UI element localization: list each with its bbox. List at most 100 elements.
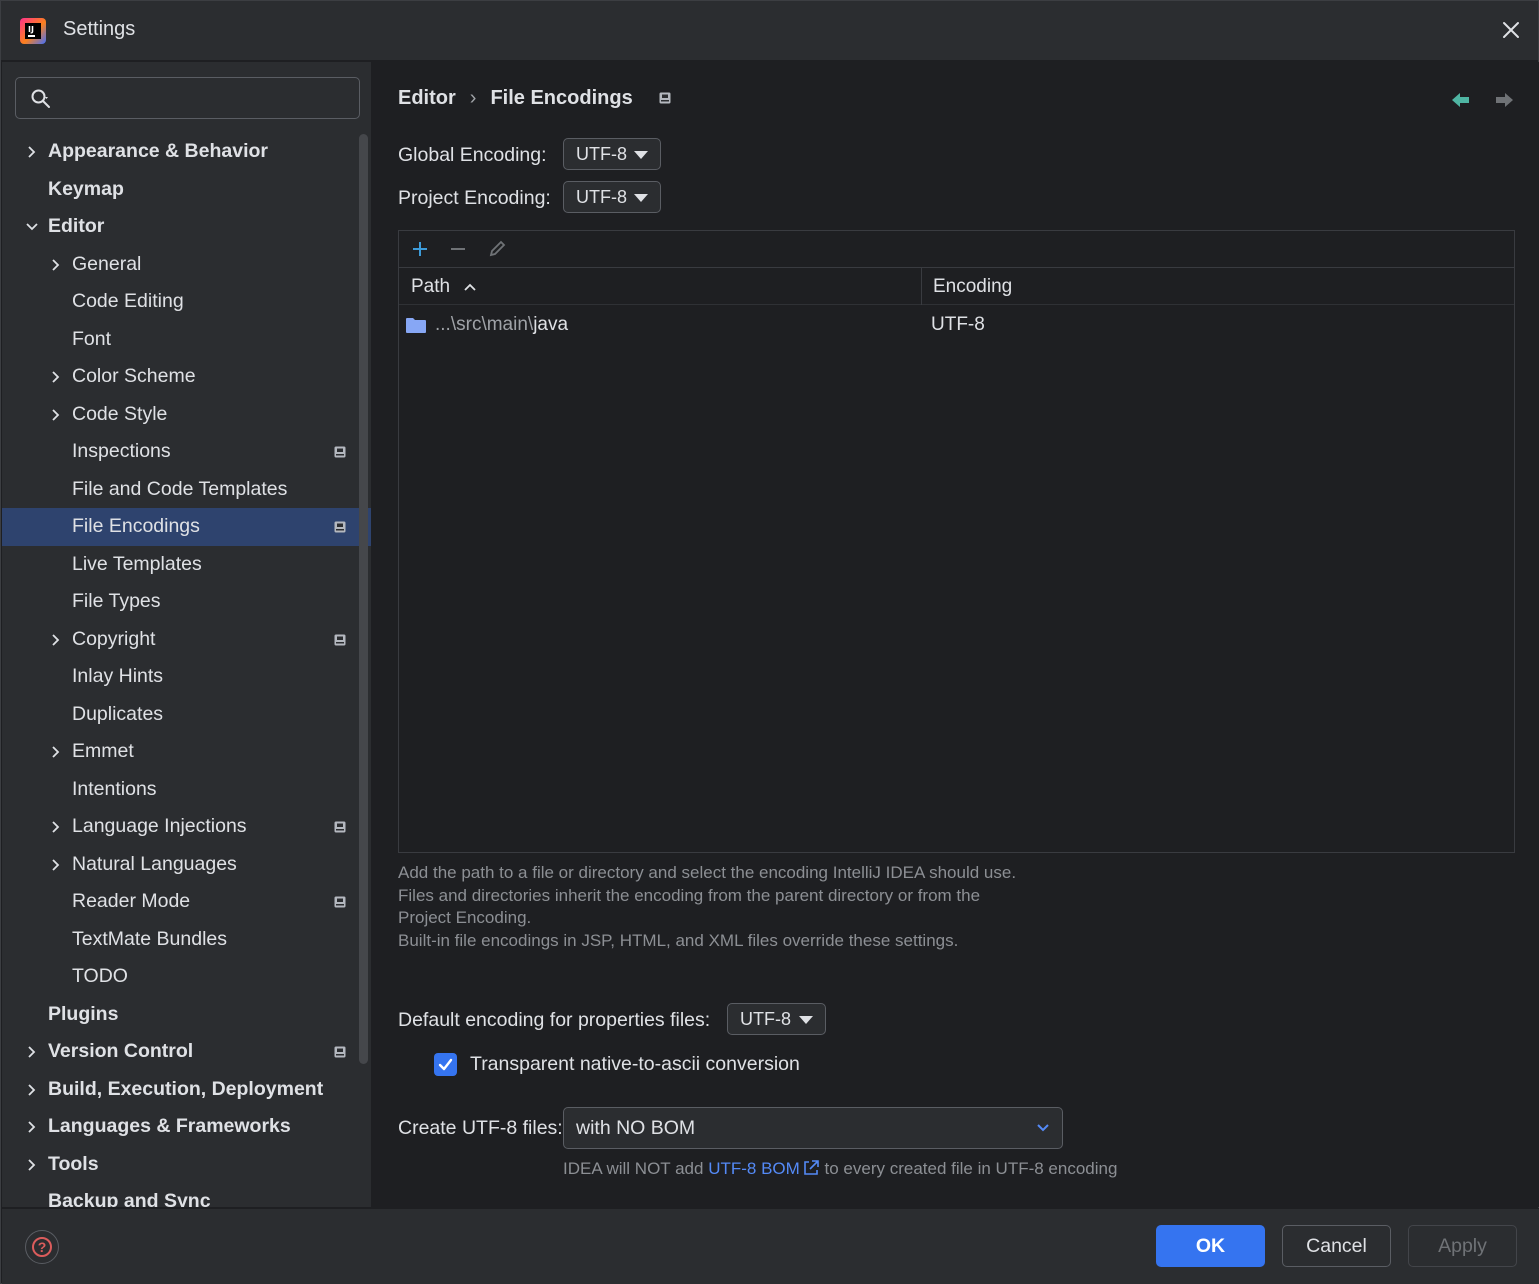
sort-ascending-icon — [464, 283, 477, 291]
column-encoding[interactable]: Encoding — [933, 268, 1012, 305]
add-button[interactable] — [410, 239, 430, 259]
sidebar-item-label: Appearance & Behavior — [48, 140, 268, 162]
column-divider[interactable] — [921, 268, 922, 305]
utf8-bom-link[interactable]: UTF-8 BOM — [708, 1159, 800, 1178]
project-scope-icon — [334, 446, 346, 458]
table-toolbar — [399, 231, 1514, 268]
sidebar-item-copyright[interactable]: Copyright — [2, 621, 371, 659]
breadcrumb-editor[interactable]: Editor — [398, 87, 456, 110]
sidebar-item-live-templates[interactable]: Live Templates — [2, 546, 371, 584]
sidebar-item-label: Duplicates — [72, 702, 164, 725]
sidebar-item-label: Natural Languages — [72, 852, 237, 875]
sidebar-item-appearance-behavior[interactable]: Appearance & Behavior — [2, 133, 371, 171]
encoding-cell: UTF-8 — [931, 314, 985, 335]
sidebar-item-intentions[interactable]: Intentions — [2, 771, 371, 809]
external-link-icon[interactable] — [802, 1159, 820, 1177]
sidebar-item-version-control[interactable]: Version Control — [2, 1033, 371, 1071]
chevron-right-icon[interactable] — [25, 1083, 39, 1097]
apply-button[interactable]: Apply — [1408, 1225, 1517, 1267]
title-bar: IJ Settings — [1, 1, 1538, 61]
chevron-right-icon[interactable] — [49, 408, 63, 422]
project-encoding-select[interactable]: UTF-8 — [563, 181, 661, 213]
column-encoding-label: Encoding — [933, 276, 1013, 297]
sidebar-item-file-types[interactable]: File Types — [2, 583, 371, 621]
sidebar-item-label: Inlay Hints — [72, 665, 164, 687]
remove-button[interactable] — [448, 239, 468, 259]
pencil-icon — [489, 240, 506, 257]
chevron-right-icon[interactable] — [49, 820, 63, 834]
sidebar-item-languages-frameworks[interactable]: Languages & Frameworks — [2, 1108, 371, 1146]
properties-encoding-select[interactable]: UTF-8 — [727, 1003, 826, 1035]
sidebar-item-color-scheme[interactable]: Color Scheme — [2, 358, 371, 396]
settings-tree: Appearance & Behavior Keymap Editor General… — [2, 133, 371, 1207]
dropdown-arrow-icon — [634, 194, 648, 202]
chevron-right-icon[interactable] — [25, 145, 39, 159]
sidebar-item-natural-languages[interactable]: Natural Languages — [2, 846, 371, 884]
help-line: Built-in file encodings in JSP, HTML, an… — [398, 930, 959, 950]
chevron-down-icon — [1037, 1124, 1049, 1132]
chevron-right-icon[interactable] — [25, 1045, 39, 1059]
sidebar-item-label: Intentions — [72, 777, 157, 800]
project-encoding-value: UTF-8 — [576, 187, 627, 207]
sidebar-item-general[interactable]: General — [2, 246, 371, 284]
sidebar-item-emmet[interactable]: Emmet — [2, 733, 371, 771]
chevron-right-icon[interactable] — [25, 1158, 39, 1172]
navigation-arrows — [1449, 90, 1519, 116]
sidebar-item-duplicates[interactable]: Duplicates — [2, 696, 371, 734]
sidebar-item-inlay-hints[interactable]: Inlay Hints — [2, 658, 371, 696]
sidebar-item-code-style[interactable]: Code Style — [2, 396, 371, 434]
sidebar-item-editor[interactable]: Editor — [2, 208, 371, 246]
ok-button[interactable]: OK — [1156, 1225, 1265, 1267]
chevron-right-icon[interactable] — [25, 1120, 39, 1134]
sidebar-item-inspections[interactable]: Inspections — [2, 433, 371, 471]
sidebar-item-plugins[interactable]: Plugins — [2, 996, 371, 1034]
chevron-right-icon[interactable] — [49, 258, 63, 272]
sidebar-item-tools[interactable]: Tools — [2, 1146, 371, 1184]
sidebar-item-backup-and-sync[interactable]: Backup and Sync — [2, 1183, 371, 1207]
global-encoding-select[interactable]: UTF-8 — [563, 138, 661, 170]
sidebar-scrollbar[interactable] — [359, 134, 368, 1064]
chevron-right-icon[interactable] — [49, 858, 63, 872]
bom-select[interactable]: with NO BOM — [563, 1107, 1063, 1149]
settings-search[interactable] — [15, 77, 360, 119]
sidebar-item-label: Code Style — [72, 402, 168, 425]
sidebar-item-label: General — [72, 252, 142, 275]
column-path[interactable]: Path — [411, 268, 477, 305]
global-encoding-label: Global Encoding: — [398, 144, 547, 166]
sidebar-item-reader-mode[interactable]: Reader Mode — [2, 883, 371, 921]
properties-encoding-label: Default encoding for properties files: — [398, 1009, 711, 1031]
sidebar-item-file-and-code-templates[interactable]: File and Code Templates — [2, 471, 371, 509]
sidebar-item-todo[interactable]: TODO — [2, 958, 371, 996]
help-button[interactable]: ? — [25, 1230, 59, 1264]
sidebar-item-keymap[interactable]: Keymap — [2, 171, 371, 209]
sidebar-item-language-injections[interactable]: Language Injections — [2, 808, 371, 846]
sidebar-item-build-execution-deployment[interactable]: Build, Execution, Deployment — [2, 1071, 371, 1109]
folder-icon — [406, 318, 426, 333]
chevron-right-icon[interactable] — [49, 633, 63, 647]
close-button[interactable] — [1496, 15, 1526, 45]
native-to-ascii-checkbox[interactable] — [434, 1053, 457, 1076]
sidebar-item-code-editing[interactable]: Code Editing — [2, 283, 371, 321]
intellij-logo-icon: IJ — [20, 18, 46, 44]
sidebar-item-label: Emmet — [72, 740, 134, 762]
forward-arrow-icon[interactable] — [1496, 93, 1513, 107]
chevron-down-icon[interactable] — [25, 220, 39, 234]
chevron-right-icon[interactable] — [49, 745, 63, 759]
chevron-right-icon[interactable] — [49, 370, 63, 384]
edit-button[interactable] — [487, 239, 507, 259]
dialog-footer: ? OK Cancel Apply — [2, 1208, 1539, 1284]
back-arrow-icon[interactable] — [1452, 93, 1469, 107]
native-to-ascii-label[interactable]: Transparent native-to-ascii conversion — [470, 1053, 800, 1076]
sidebar-item-textmate-bundles[interactable]: TextMate Bundles — [2, 921, 371, 959]
sidebar-item-label: TODO — [72, 965, 128, 987]
bom-label: Create UTF-8 files: — [398, 1117, 563, 1139]
search-input[interactable] — [64, 84, 344, 112]
table-row[interactable]: ...\src\main\java UTF-8 — [399, 306, 1514, 343]
project-encoding-label: Project Encoding: — [398, 187, 551, 209]
sidebar-item-file-encodings[interactable]: File Encodings — [2, 508, 371, 546]
sidebar-item-label: Live Templates — [72, 552, 202, 575]
project-scope-icon — [334, 521, 346, 533]
sidebar-item-font[interactable]: Font — [2, 321, 371, 359]
cancel-button[interactable]: Cancel — [1282, 1225, 1391, 1267]
sidebar-item-label: Backup and Sync — [48, 1190, 211, 1207]
